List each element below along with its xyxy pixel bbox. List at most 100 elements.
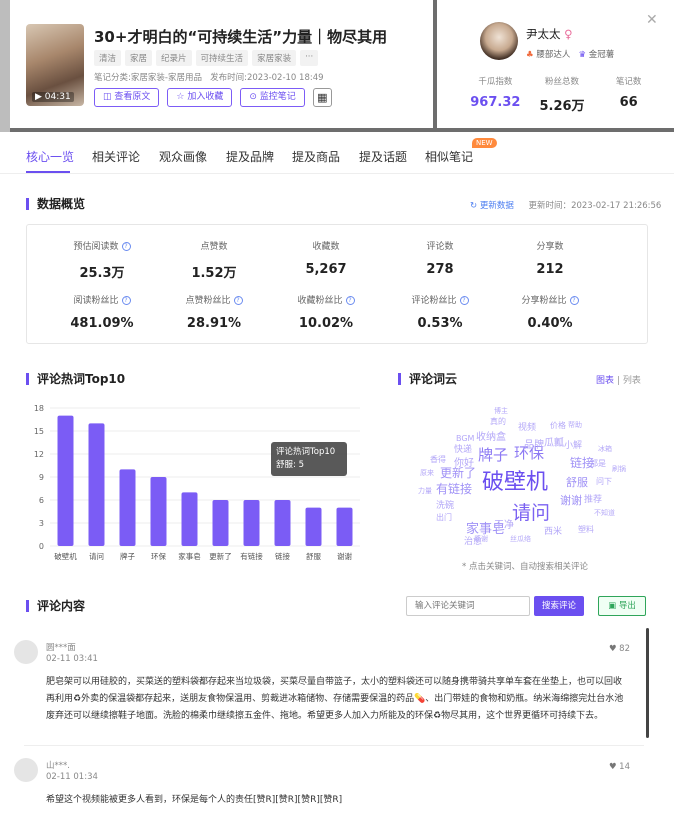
cloud-word[interactable]: 推荐 [584, 492, 602, 505]
view-switch: 图表 | 列表 [596, 373, 641, 386]
cloud-word[interactable]: BGM [456, 434, 474, 443]
view-list-toggle[interactable]: 列表 [623, 376, 641, 386]
help-icon[interactable]: ? [459, 296, 469, 305]
bar[interactable] [88, 423, 105, 546]
metric-card: 评论粉丝比? 0.53% [385, 293, 495, 331]
metric-value: 1.52万 [191, 266, 237, 281]
cloud-word[interactable]: 洗碗 [436, 498, 454, 511]
author-name-row: 尹太太 ♀ [526, 26, 573, 42]
note-meta: 笔记分类:家居家装-家居用品 发布时间:2023-02-10 18:49 [94, 71, 324, 83]
monitor-note-button[interactable]: ⊙ 监控笔记 [240, 88, 305, 107]
tab-brands[interactable]: 提及品牌 [226, 148, 274, 165]
cloud-word[interactable]: 丝瓜络 [510, 534, 531, 544]
commenter-avatar[interactable] [14, 758, 38, 782]
tag[interactable]: 清洁 [94, 50, 122, 66]
bar[interactable] [305, 507, 322, 546]
cloud-word[interactable]: 品牌 [524, 436, 544, 451]
metric-label: 分享数 [536, 242, 564, 252]
tab-similar[interactable]: 相似笔记 [425, 148, 473, 165]
tab-products[interactable]: 提及商品 [292, 148, 340, 165]
x-tick-label: 请问 [89, 551, 104, 561]
help-icon[interactable]: ? [345, 296, 355, 305]
x-tick-label: 谢谢 [337, 551, 352, 561]
cloud-word[interactable]: 感谢 [474, 534, 488, 544]
help-icon[interactable]: ? [569, 296, 579, 305]
bar[interactable] [274, 500, 291, 546]
cloud-word[interactable]: 刷锅 [612, 464, 626, 474]
cloud-word[interactable]: 牌子 [478, 444, 508, 465]
cloud-word[interactable]: 原来 [420, 468, 434, 478]
bar[interactable] [119, 469, 136, 546]
qr-code-icon[interactable]: ▦ [312, 88, 332, 107]
tab-core[interactable]: 核心一览 [26, 148, 74, 165]
export-button[interactable]: ▣ 导出 [598, 596, 646, 616]
cloud-word[interactable]: 瓜瓤 [544, 434, 564, 449]
cloud-word[interactable]: 力量 [418, 486, 432, 496]
cloud-word[interactable]: 西米 [544, 524, 562, 537]
author-avatar[interactable] [480, 22, 518, 60]
cloud-word[interactable]: 价格 [550, 420, 566, 431]
tab-comments[interactable]: 相关评论 [92, 148, 140, 165]
new-badge: NEW [472, 138, 497, 148]
help-icon[interactable]: ? [233, 296, 243, 305]
cloud-word[interactable]: 舒服 [566, 474, 588, 490]
bar[interactable] [212, 500, 229, 546]
cloud-word[interactable]: 博主 [494, 406, 508, 416]
cloud-word[interactable]: 小解 [564, 438, 582, 451]
tab-audience[interactable]: 观众画像 [159, 148, 207, 165]
overview-panel: 预估阅读数? 25.3万 点赞数 1.52万 收藏数 5,267 评论数 278 分享数 212 阅… [26, 224, 648, 344]
tag[interactable]: 家居家装 [252, 50, 297, 66]
bar[interactable] [336, 507, 353, 546]
cloud-word[interactable]: 帮助 [568, 420, 582, 430]
tab-topics[interactable]: 提及话题 [359, 148, 407, 165]
view-original-button[interactable]: ◫ 查看原文 [94, 88, 160, 107]
metric-value: 28.91% [186, 316, 242, 331]
export-label: 导出 [618, 601, 636, 611]
cloud-word[interactable]: 你好 [454, 454, 474, 469]
cloud-word[interactable]: 谢谢 [560, 492, 582, 508]
bar[interactable] [181, 492, 198, 546]
bar[interactable] [150, 477, 167, 546]
cloud-word[interactable]: 出门 [436, 512, 452, 523]
tag[interactable]: 纪录片 [156, 50, 192, 66]
cloud-word[interactable]: 都是 [590, 458, 606, 469]
tags-more[interactable]: ··· [300, 50, 319, 66]
cloud-word[interactable]: 不知道 [594, 508, 615, 518]
cloud-word[interactable]: 请问 [512, 498, 550, 525]
cloud-word[interactable]: 香得 [430, 454, 446, 465]
comment-search-input[interactable] [406, 596, 530, 616]
view-chart-toggle[interactable]: 图表 [596, 376, 614, 386]
cloud-word[interactable]: 塑料 [578, 524, 594, 535]
add-favorite-label: 加入收藏 [187, 92, 224, 102]
author-stats: 千瓜指数 967.32 粉丝总数 5.26万 笔记数 66 [462, 75, 662, 114]
tag[interactable]: 可持续生活 [195, 50, 249, 66]
stat-index: 千瓜指数 967.32 [462, 75, 529, 114]
y-tick-label: 6 [39, 496, 44, 505]
update-label: 更新时间： [528, 201, 572, 211]
author-name[interactable]: 尹太太 [526, 27, 561, 41]
stat-value: 967.32 [470, 95, 521, 110]
cloud-word[interactable]: 真的 [490, 416, 506, 427]
cloud-word[interactable]: 收纳盒 [476, 428, 506, 443]
cloud-word[interactable]: 有链接 [436, 480, 472, 497]
comments-scrollbar[interactable] [646, 628, 649, 738]
close-icon[interactable]: ✕ [646, 12, 658, 28]
bar[interactable] [243, 500, 260, 546]
add-favorite-button[interactable]: ☆ 加入收藏 [167, 88, 233, 107]
cloud-word[interactable]: 问下 [596, 476, 612, 487]
help-icon[interactable]: ? [121, 296, 131, 305]
comment-text: 希望这个视频能被更多人看到，环保是每个人的责任[赞R][赞R][赞R][赞R] [46, 795, 343, 805]
refresh-data-button[interactable]: ↻ 更新数据 [470, 201, 514, 211]
commenter-avatar[interactable] [14, 640, 38, 664]
search-comments-button[interactable]: 搜索评论 [534, 596, 584, 616]
author-level-badge: 腰部达人 [536, 50, 571, 60]
tag[interactable]: 家居 [125, 50, 153, 66]
cloud-word[interactable]: 冰箱 [598, 444, 612, 454]
metric-label: 点赞粉丝比 [185, 296, 231, 306]
note-cover-thumbnail[interactable]: ▶ 04:31 [26, 24, 84, 106]
cloud-word[interactable]: 视频 [518, 420, 536, 433]
bar[interactable] [57, 415, 74, 546]
help-icon[interactable]: ? [121, 242, 131, 251]
cloud-word[interactable]: 干净 [494, 516, 514, 531]
cloud-word[interactable]: 破壁机 [482, 464, 548, 496]
